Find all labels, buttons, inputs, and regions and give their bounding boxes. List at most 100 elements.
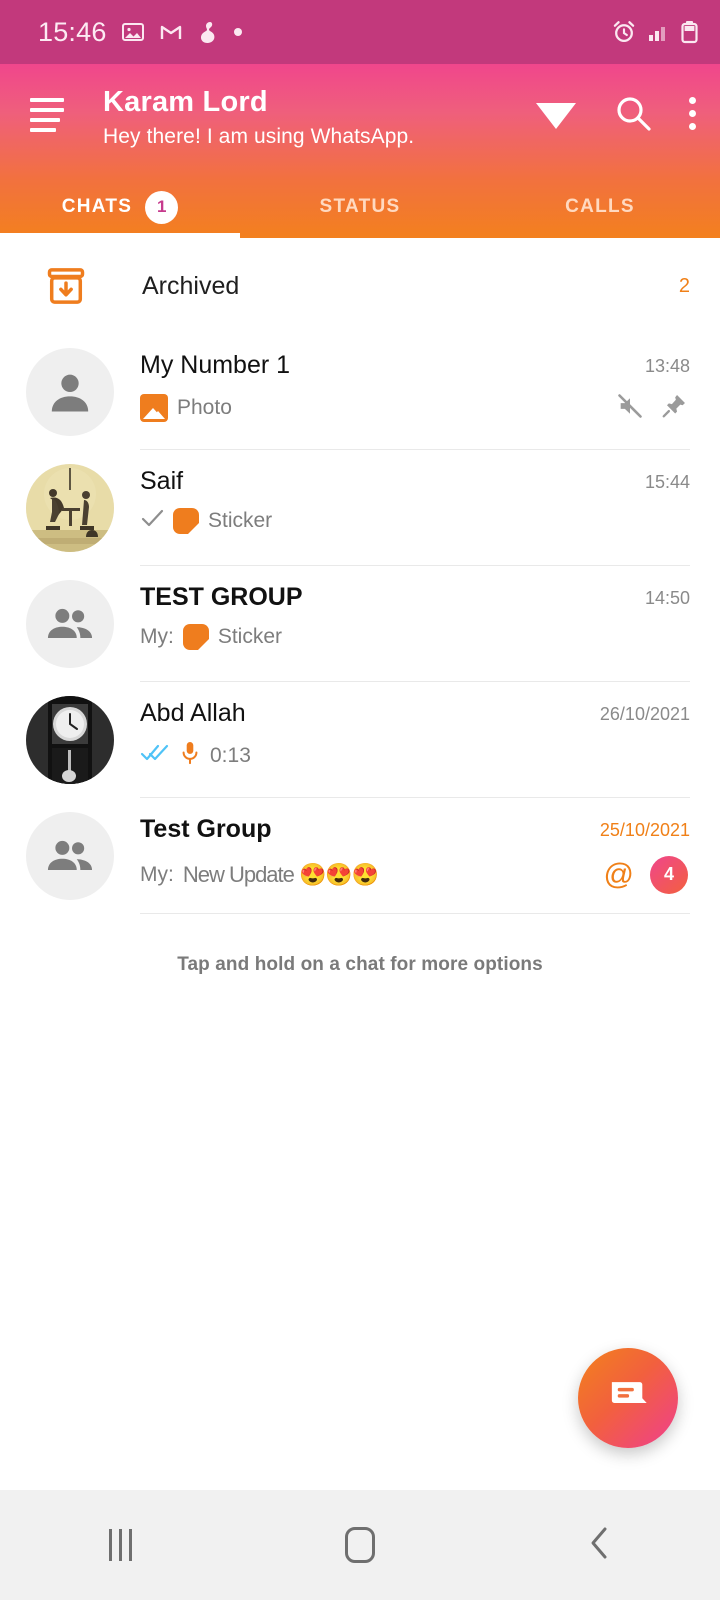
chat-preview-text: Photo (177, 396, 232, 419)
header-subtitle: Hey there! I am using WhatsApp. (103, 125, 415, 149)
tab-chats[interactable]: CHATS 1 (0, 176, 240, 238)
microphone-icon (179, 740, 201, 772)
single-check-icon (140, 508, 164, 534)
double-check-icon (140, 743, 170, 769)
photo-icon (140, 394, 168, 422)
chat-row-body: Test Group 25/10/2021 My: New Update 😍😍😍… (140, 798, 690, 914)
dot-icon (233, 27, 243, 37)
avatar (26, 580, 114, 668)
chat-list: Archived 2 My Number 1 13:48 Photo Saif … (0, 238, 720, 976)
avatar (26, 696, 114, 784)
chat-preview: Sticker (140, 507, 690, 534)
home-button[interactable] (240, 1527, 480, 1563)
alarm-icon (611, 19, 637, 45)
chat-row[interactable]: Saif 15:44 Sticker (0, 450, 720, 566)
sticker-icon (173, 507, 199, 534)
chat-preview-text: Sticker (208, 508, 273, 532)
tab-chats-badge: 1 (145, 190, 179, 224)
chat-preview: My: Sticker (140, 623, 690, 650)
chat-preview-text: New Update 😍😍😍 (182, 861, 379, 887)
unread-badge: 4 (650, 855, 688, 894)
gmail-icon (159, 20, 183, 44)
chat-name: Abd Allah (140, 699, 246, 727)
avatar (26, 464, 114, 552)
hamburger-icon[interactable] (30, 82, 76, 132)
chat-row-body: Saif 15:44 Sticker (140, 450, 690, 566)
header-titles: Karam Lord Hey there! I am using WhatsAp… (76, 82, 534, 149)
chat-name: My Number 1 (140, 351, 291, 379)
header-actions (534, 82, 696, 132)
status-bar-right (611, 19, 698, 45)
long-press-hint: Tap and hold on a chat for more options (177, 954, 543, 975)
chat-time: 15:44 (644, 472, 690, 492)
page-title: Karam Lord (103, 86, 268, 118)
chat-name: Saif (140, 467, 184, 495)
tab-bar: CHATS 1 STATUS CALLS (0, 176, 720, 238)
back-icon (586, 1525, 614, 1566)
status-bar: 15:46 (0, 0, 720, 64)
chat-time: 25/10/2021 (599, 820, 690, 840)
overflow-menu-icon[interactable] (688, 96, 696, 130)
wifi-icon[interactable] (534, 95, 578, 131)
new-chat-icon (605, 1374, 651, 1423)
image-icon (121, 20, 145, 44)
tab-status-label: STATUS (319, 196, 401, 217)
chat-preview-prefix: My: (140, 624, 174, 648)
tab-chats-label: CHATS (61, 196, 133, 217)
new-chat-fab[interactable] (578, 1348, 678, 1448)
sticker-icon (182, 623, 209, 650)
chat-preview-text: Sticker (217, 624, 283, 648)
mention-icon: @ (603, 857, 634, 891)
chat-name: TEST GROUP (140, 583, 303, 611)
chat-row-top: My Number 1 13:48 (140, 351, 690, 380)
archive-box-icon (44, 264, 96, 308)
status-bar-left: 15:46 (38, 17, 611, 48)
avatar (26, 812, 114, 900)
app-icon (197, 20, 219, 44)
chat-row-bottom: 0:13 (140, 740, 690, 772)
chat-row-body: TEST GROUP 14:50 My: Sticker (140, 566, 690, 682)
chat-row-bottom: My: Sticker (140, 623, 690, 650)
archived-row[interactable]: Archived 2 (0, 238, 720, 334)
chat-preview: Photo (140, 394, 616, 422)
chat-row-meta: @ 4 (603, 855, 690, 894)
header-top-row: Karam Lord Hey there! I am using WhatsAp… (0, 64, 720, 176)
chat-row-bottom: My: New Update 😍😍😍 @ 4 (140, 855, 690, 894)
chat-preview-prefix: My: (140, 862, 174, 886)
pin-icon (660, 392, 688, 425)
search-icon[interactable] (614, 94, 652, 132)
chat-preview: 0:13 (140, 740, 690, 772)
status-bar-clock: 15:46 (38, 16, 107, 47)
chat-row[interactable]: Abd Allah 26/10/2021 0:13 (0, 682, 720, 798)
recents-icon (108, 1529, 132, 1561)
chat-preview: My: New Update 😍😍😍 (140, 862, 604, 888)
chat-name: Test Group (140, 815, 272, 843)
chat-row-top: TEST GROUP 14:50 (140, 583, 690, 612)
tab-status[interactable]: STATUS (240, 176, 480, 238)
chat-row-body: My Number 1 13:48 Photo (140, 334, 690, 450)
app-header: Karam Lord Hey there! I am using WhatsAp… (0, 64, 720, 238)
signal-icon (648, 22, 670, 42)
recents-button[interactable] (0, 1529, 240, 1561)
chat-time: 14:50 (644, 588, 690, 608)
chat-time: 13:48 (644, 356, 690, 376)
tab-calls-label: CALLS (565, 196, 635, 217)
tab-calls[interactable]: CALLS (480, 176, 720, 238)
chat-row-top: Abd Allah 26/10/2021 (140, 699, 690, 728)
chat-row[interactable]: TEST GROUP 14:50 My: Sticker (0, 566, 720, 682)
battery-icon (681, 20, 698, 44)
chat-row-top: Test Group 25/10/2021 (140, 815, 690, 844)
mute-icon (616, 392, 644, 425)
chat-row-body: Abd Allah 26/10/2021 0:13 (140, 682, 690, 798)
chat-row-top: Saif 15:44 (140, 467, 690, 496)
avatar (26, 348, 114, 436)
archived-count: 2 (678, 274, 690, 297)
chat-row[interactable]: My Number 1 13:48 Photo (0, 334, 720, 450)
chat-row[interactable]: Test Group 25/10/2021 My: New Update 😍😍😍… (0, 798, 720, 914)
chat-row-meta (616, 392, 690, 425)
back-button[interactable] (480, 1525, 720, 1566)
chat-time: 26/10/2021 (599, 704, 690, 724)
chat-preview-text: 0:13 (210, 743, 251, 767)
chat-row-bottom: Photo (140, 392, 690, 425)
archived-label: Archived (142, 271, 240, 300)
